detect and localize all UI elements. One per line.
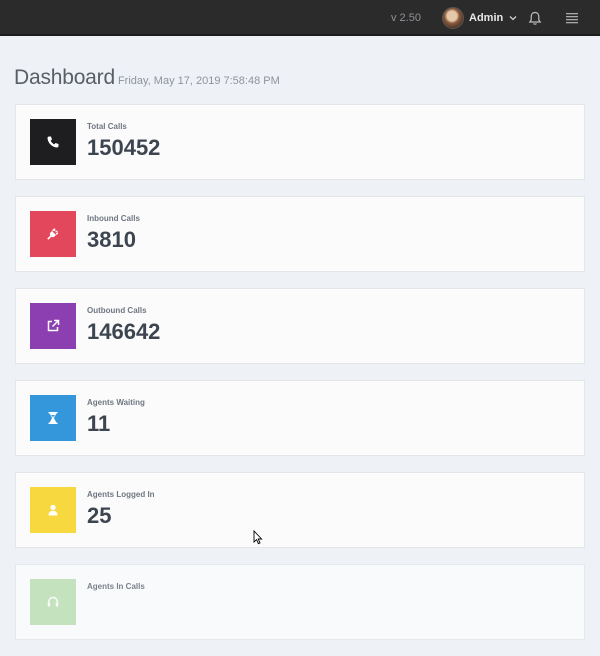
plug-icon (47, 228, 59, 240)
hourglass-icon (48, 412, 58, 424)
headset-icon (47, 596, 59, 607)
stat-value: 11 (87, 411, 111, 436)
chevron-down-icon[interactable] (508, 13, 518, 23)
stat-value: 25 (87, 503, 112, 528)
stat-label: Total Calls (87, 122, 127, 131)
menu-icon[interactable] (565, 12, 579, 24)
page-title: Dashboard Friday, May 17, 2019 7:58:48 PM (14, 66, 280, 90)
stat-card-agents-in-calls[interactable]: Agents In Calls (15, 564, 585, 640)
stat-label: Inbound Calls (87, 214, 140, 223)
stat-label: Agents Waiting (87, 398, 145, 407)
stat-card-agents-logged-in[interactable]: Agents Logged In 25 (15, 472, 585, 548)
stat-card-inbound-calls[interactable]: Inbound Calls 3810 (15, 196, 585, 272)
external-link-icon (47, 319, 60, 332)
stat-label: Outbound Calls (87, 306, 147, 315)
page-title-text: Dashboard (14, 66, 115, 89)
stat-label: Agents In Calls (87, 582, 145, 591)
stat-value: 146642 (87, 319, 161, 344)
user-name[interactable]: Admin (469, 12, 503, 24)
user-icon (48, 504, 58, 516)
stat-tile-agents-in-calls (30, 579, 76, 625)
stat-card-total-calls[interactable]: Total Calls 150452 (15, 104, 585, 180)
phone-icon (47, 136, 59, 148)
mouse-cursor-icon (253, 530, 263, 545)
stat-card-outbound-calls[interactable]: Outbound Calls 146642 (15, 288, 585, 364)
stat-value: 150452 (87, 135, 161, 160)
stat-tile-outbound-calls (30, 303, 76, 349)
bell-icon[interactable] (528, 11, 542, 26)
top-navbar: v 2.50 Admin (0, 0, 600, 36)
stat-tile-agents-waiting (30, 395, 76, 441)
stat-label: Agents Logged In (87, 490, 155, 499)
page-datetime: Friday, May 17, 2019 7:58:48 PM (117, 75, 280, 87)
stats-card-list: Total Calls 150452 Inbound Calls 3810 Ou… (15, 104, 585, 656)
version-label: v 2.50 (391, 12, 421, 24)
stat-tile-agents-logged-in (30, 487, 76, 533)
stat-tile-total-calls (30, 119, 76, 165)
stat-value: 3810 (87, 227, 136, 252)
stat-card-agents-waiting[interactable]: Agents Waiting 11 (15, 380, 585, 456)
user-menu[interactable]: Admin (442, 6, 518, 30)
avatar[interactable] (442, 7, 464, 29)
stat-tile-inbound-calls (30, 211, 76, 257)
